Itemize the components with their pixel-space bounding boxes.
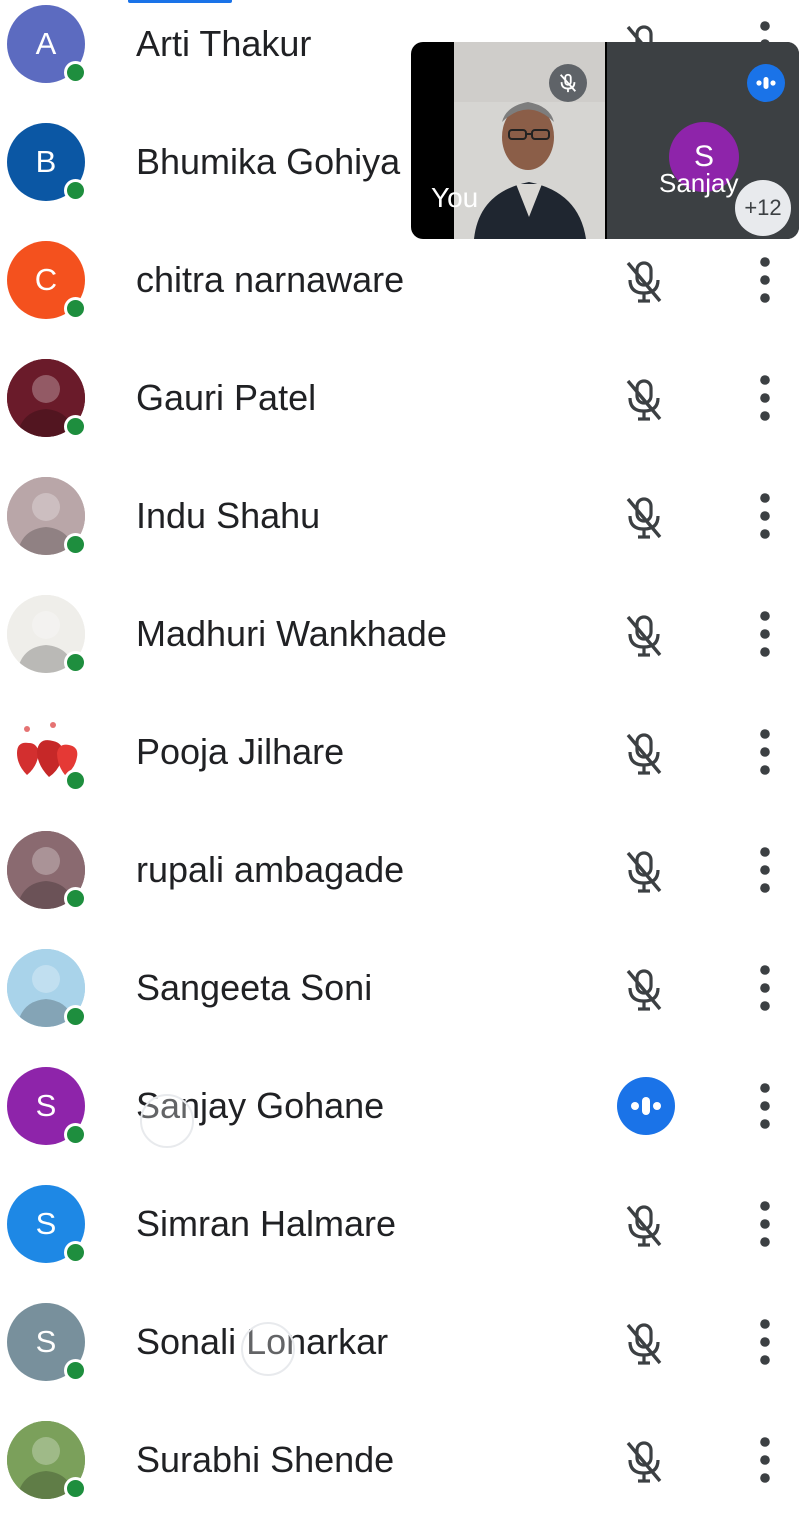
online-status-dot <box>64 887 87 910</box>
online-status-dot <box>64 1123 87 1146</box>
more-options-icon[interactable] <box>752 486 778 546</box>
participant-name: Surabhi Shende <box>136 1439 395 1480</box>
online-status-dot <box>64 1241 87 1264</box>
online-status-dot <box>64 651 87 674</box>
more-options-icon[interactable] <box>752 368 778 428</box>
more-options-icon[interactable] <box>752 250 778 310</box>
participant-row[interactable]: rupali ambagade <box>0 813 799 931</box>
participant-name: Madhuri Wankhade <box>136 613 447 654</box>
more-participants-count[interactable]: +12 <box>735 180 791 236</box>
pip-participant-name: Sanjay <box>659 168 739 198</box>
mic-off-icon <box>618 727 670 779</box>
participant-row[interactable]: S Simran Halmare <box>0 1167 799 1285</box>
participant-row[interactable]: Surabhi Shende <box>0 1403 799 1521</box>
mic-off-icon <box>618 491 670 543</box>
participant-row[interactable]: S Sonali Lonarkar <box>0 1285 799 1403</box>
avatar-initial: S <box>35 1088 57 1123</box>
participant-name: chitra narnaware <box>136 259 405 300</box>
participant-name: Simran Halmare <box>136 1203 397 1244</box>
pip-speaking-icon <box>747 64 785 102</box>
online-status-dot <box>64 179 87 202</box>
self-mic-off-icon <box>549 64 587 102</box>
participant-name: rupali ambagade <box>136 849 405 890</box>
more-options-icon[interactable] <box>752 1312 778 1372</box>
online-status-dot <box>64 1477 87 1500</box>
mic-off-icon <box>618 1317 670 1369</box>
speaking-indicator-icon <box>617 1077 675 1135</box>
mic-off-icon <box>618 1199 670 1251</box>
mic-off-icon <box>618 1435 670 1487</box>
online-status-dot <box>64 297 87 320</box>
more-options-icon[interactable] <box>752 1076 778 1136</box>
participant-row[interactable]: Pooja Jilhare <box>0 695 799 813</box>
more-options-icon[interactable] <box>752 1194 778 1254</box>
online-status-dot <box>64 415 87 438</box>
participant-name: Arti Thakur <box>136 23 312 64</box>
avatar-initial: C <box>34 262 58 297</box>
more-options-icon[interactable] <box>752 722 778 782</box>
avatar-initial: A <box>35 26 57 61</box>
avatar-initial: S <box>35 1324 57 1359</box>
mic-off-icon <box>618 373 670 425</box>
touch-indicator <box>140 1094 194 1148</box>
online-status-dot <box>64 1005 87 1028</box>
online-status-dot <box>64 769 87 792</box>
participant-name: Gauri Patel <box>136 377 317 418</box>
self-label: You <box>431 182 479 213</box>
participant-row[interactable]: Indu Shahu <box>0 459 799 577</box>
more-options-icon[interactable] <box>752 604 778 664</box>
participant-name: Sangeeta Soni <box>136 967 373 1008</box>
touch-indicator <box>241 1322 295 1376</box>
participant-row[interactable]: Madhuri Wankhade <box>0 577 799 695</box>
mic-off-icon <box>618 255 670 307</box>
participant-name: Pooja Jilhare <box>136 731 345 772</box>
participant-row[interactable]: Cchitra narnaware <box>0 223 799 341</box>
online-status-dot <box>64 1359 87 1382</box>
participant-row[interactable]: Gauri Patel <box>0 341 799 459</box>
avatar-initial: B <box>35 144 57 179</box>
participant-row[interactable]: S Sanjay Gohane <box>0 1049 799 1167</box>
participant-name: Indu Shahu <box>136 495 321 536</box>
more-options-icon[interactable] <box>752 958 778 1018</box>
participant-name: Bhumika Gohiya <box>136 141 401 182</box>
mic-off-icon <box>618 963 670 1015</box>
online-status-dot <box>64 61 87 84</box>
mic-off-icon <box>618 845 670 897</box>
more-options-icon[interactable] <box>752 840 778 900</box>
participant-row[interactable]: Sangeeta Soni <box>0 931 799 1049</box>
picture-in-picture-preview[interactable]: You S Sanjay +12 <box>411 42 799 239</box>
avatar-initial: S <box>35 1206 57 1241</box>
online-status-dot <box>64 533 87 556</box>
more-options-icon[interactable] <box>752 1430 778 1490</box>
mic-off-icon <box>618 609 670 661</box>
